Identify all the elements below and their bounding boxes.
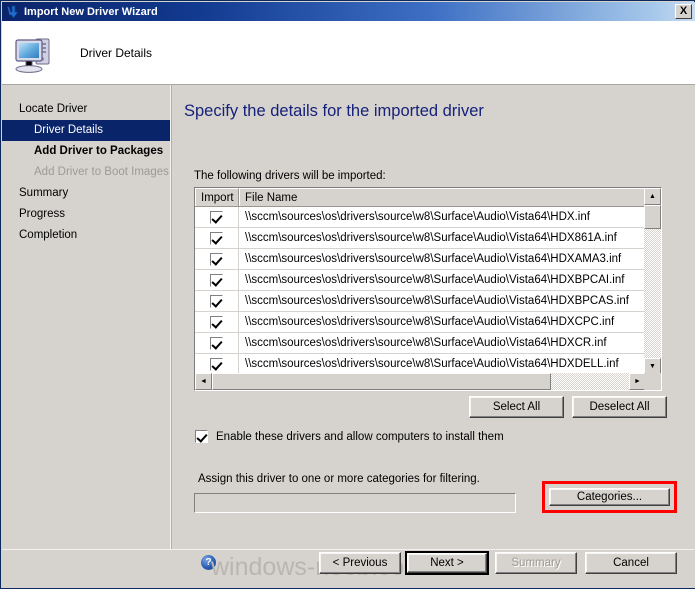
file-name-cell: \\sccm\sources\os\drivers\source\w8\Surf…: [245, 274, 625, 286]
driver-list-label: The following drivers will be imported:: [194, 170, 386, 182]
table-row[interactable]: \\sccm\sources\os\drivers\source\w8\Surf…: [195, 354, 646, 375]
table-row[interactable]: \\sccm\sources\os\drivers\source\w8\Surf…: [195, 228, 646, 249]
sidebar-item-summary[interactable]: Summary: [2, 183, 170, 204]
previous-button[interactable]: < Previous: [319, 552, 401, 574]
driver-list-view[interactable]: Import File Name \\sccm\sources\os\drive…: [194, 187, 662, 391]
next-button[interactable]: Next >: [405, 551, 489, 575]
categories-button[interactable]: Categories...: [549, 488, 670, 506]
import-new-driver-wizard-window: Import New Driver Wizard X Driver Detail…: [0, 0, 695, 589]
sidebar-item-add-driver-to-packages[interactable]: Add Driver to Packages: [2, 141, 170, 162]
title-bar: Import New Driver Wizard X: [2, 2, 695, 21]
enable-drivers-checkbox[interactable]: [195, 430, 208, 443]
sidebar-item-label: Add Driver to Boot Images: [34, 166, 169, 178]
sidebar-item-locate-driver[interactable]: Locate Driver: [2, 99, 170, 120]
import-checkbox[interactable]: [210, 252, 223, 266]
next-button-label: Next >: [407, 553, 487, 573]
header-title: Driver Details: [80, 45, 153, 60]
column-header-import[interactable]: Import: [195, 188, 239, 206]
file-name-cell: \\sccm\sources\os\drivers\source\w8\Surf…: [245, 358, 619, 370]
list-vertical-scrollbar[interactable]: ▲ ▼: [644, 188, 661, 375]
help-icon[interactable]: ?: [201, 555, 216, 570]
column-header-file-name[interactable]: File Name: [239, 188, 646, 206]
sidebar-item-add-driver-to-boot-images: Add Driver to Boot Images: [2, 162, 170, 183]
blue-down-arrow-icon: [5, 4, 21, 20]
list-horizontal-scrollbar[interactable]: ◄ ►: [195, 373, 646, 390]
sidebar-item-completion[interactable]: Completion: [2, 225, 170, 246]
select-all-button[interactable]: Select All: [469, 396, 564, 418]
wizard-sidebar: Locate Driver Driver Details Add Driver to…: [2, 85, 170, 549]
import-cell[interactable]: [195, 228, 239, 248]
import-cell[interactable]: [195, 333, 239, 353]
table-row[interactable]: \\sccm\sources\os\drivers\source\w8\Surf…: [195, 333, 646, 354]
import-cell[interactable]: [195, 270, 239, 290]
import-cell[interactable]: [195, 249, 239, 269]
sidebar-item-label: Summary: [19, 187, 69, 199]
wizard-header: Driver Details: [2, 21, 695, 84]
import-cell[interactable]: [195, 291, 239, 311]
file-name-cell: \\sccm\sources\os\drivers\source\w8\Surf…: [245, 253, 622, 265]
sidebar-item-driver-details[interactable]: Driver Details: [2, 120, 170, 141]
file-name-cell: \\sccm\sources\os\drivers\source\w8\Surf…: [245, 337, 607, 349]
horizontal-scroll-thumb[interactable]: [212, 373, 551, 390]
driver-rows-host: \\sccm\sources\os\drivers\source\w8\Surf…: [195, 207, 646, 375]
sidebar-item-label: Completion: [19, 229, 78, 241]
import-checkbox[interactable]: [210, 315, 223, 329]
window-title: Import New Driver Wizard: [24, 5, 158, 18]
scrollbar-corner: [644, 373, 661, 390]
import-cell[interactable]: [195, 312, 239, 332]
enable-drivers-row[interactable]: Enable these drivers and allow computers…: [195, 430, 504, 443]
assign-categories-label: Assign this driver to one or more catego…: [198, 473, 480, 485]
table-row[interactable]: \\sccm\sources\os\drivers\source\w8\Surf…: [195, 291, 646, 312]
sidebar-nav: Locate Driver Driver Details Add Driver to…: [2, 99, 170, 246]
import-checkbox[interactable]: [210, 231, 223, 245]
file-name-cell: \\sccm\sources\os\drivers\source\w8\Surf…: [245, 232, 617, 244]
import-checkbox[interactable]: [210, 336, 223, 350]
driver-list-header-row: Import File Name: [195, 188, 646, 207]
import-cell[interactable]: [195, 207, 239, 227]
file-name-cell: \\sccm\sources\os\drivers\source\w8\Surf…: [245, 295, 629, 307]
summary-button: Summary: [495, 552, 577, 574]
file-name-cell: \\sccm\sources\os\drivers\source\w8\Surf…: [245, 211, 590, 223]
sidebar-item-label: Locate Driver: [19, 103, 88, 115]
page-title: Specify the details for the imported dri…: [184, 102, 484, 120]
table-row[interactable]: \\sccm\sources\os\drivers\source\w8\Surf…: [195, 312, 646, 333]
categories-input[interactable]: [194, 493, 516, 513]
cancel-button[interactable]: Cancel: [585, 552, 677, 574]
file-name-cell: \\sccm\sources\os\drivers\source\w8\Surf…: [245, 316, 615, 328]
enable-drivers-label: Enable these drivers and allow computers…: [216, 430, 504, 443]
close-icon[interactable]: X: [675, 4, 692, 19]
table-row[interactable]: \\sccm\sources\os\drivers\source\w8\Surf…: [195, 207, 646, 228]
driver-list-body: Import File Name \\sccm\sources\os\drive…: [195, 188, 646, 375]
deselect-all-button[interactable]: Deselect All: [572, 396, 667, 418]
import-checkbox[interactable]: [210, 210, 223, 224]
horizontal-scroll-track[interactable]: [212, 373, 629, 390]
table-row[interactable]: \\sccm\sources\os\drivers\source\w8\Surf…: [195, 270, 646, 291]
scroll-up-icon[interactable]: ▲: [644, 188, 661, 205]
sidebar-item-label: Driver Details: [34, 124, 104, 136]
sidebar-item-label: Progress: [19, 208, 66, 220]
sidebar-item-label: Add Driver to Packages: [34, 145, 164, 157]
import-checkbox[interactable]: [210, 273, 223, 287]
scroll-left-icon[interactable]: ◄: [195, 373, 212, 390]
table-row[interactable]: \\sccm\sources\os\drivers\source\w8\Surf…: [195, 249, 646, 270]
import-checkbox[interactable]: [210, 294, 223, 308]
import-checkbox[interactable]: [210, 357, 223, 371]
vertical-scroll-track[interactable]: [644, 229, 661, 358]
computer-monitor-icon: [12, 31, 58, 75]
content-pane: Specify the details for the imported dri…: [172, 85, 695, 549]
sidebar-item-progress[interactable]: Progress: [2, 204, 170, 225]
import-cell[interactable]: [195, 354, 239, 374]
vertical-scroll-thumb[interactable]: [644, 205, 661, 229]
